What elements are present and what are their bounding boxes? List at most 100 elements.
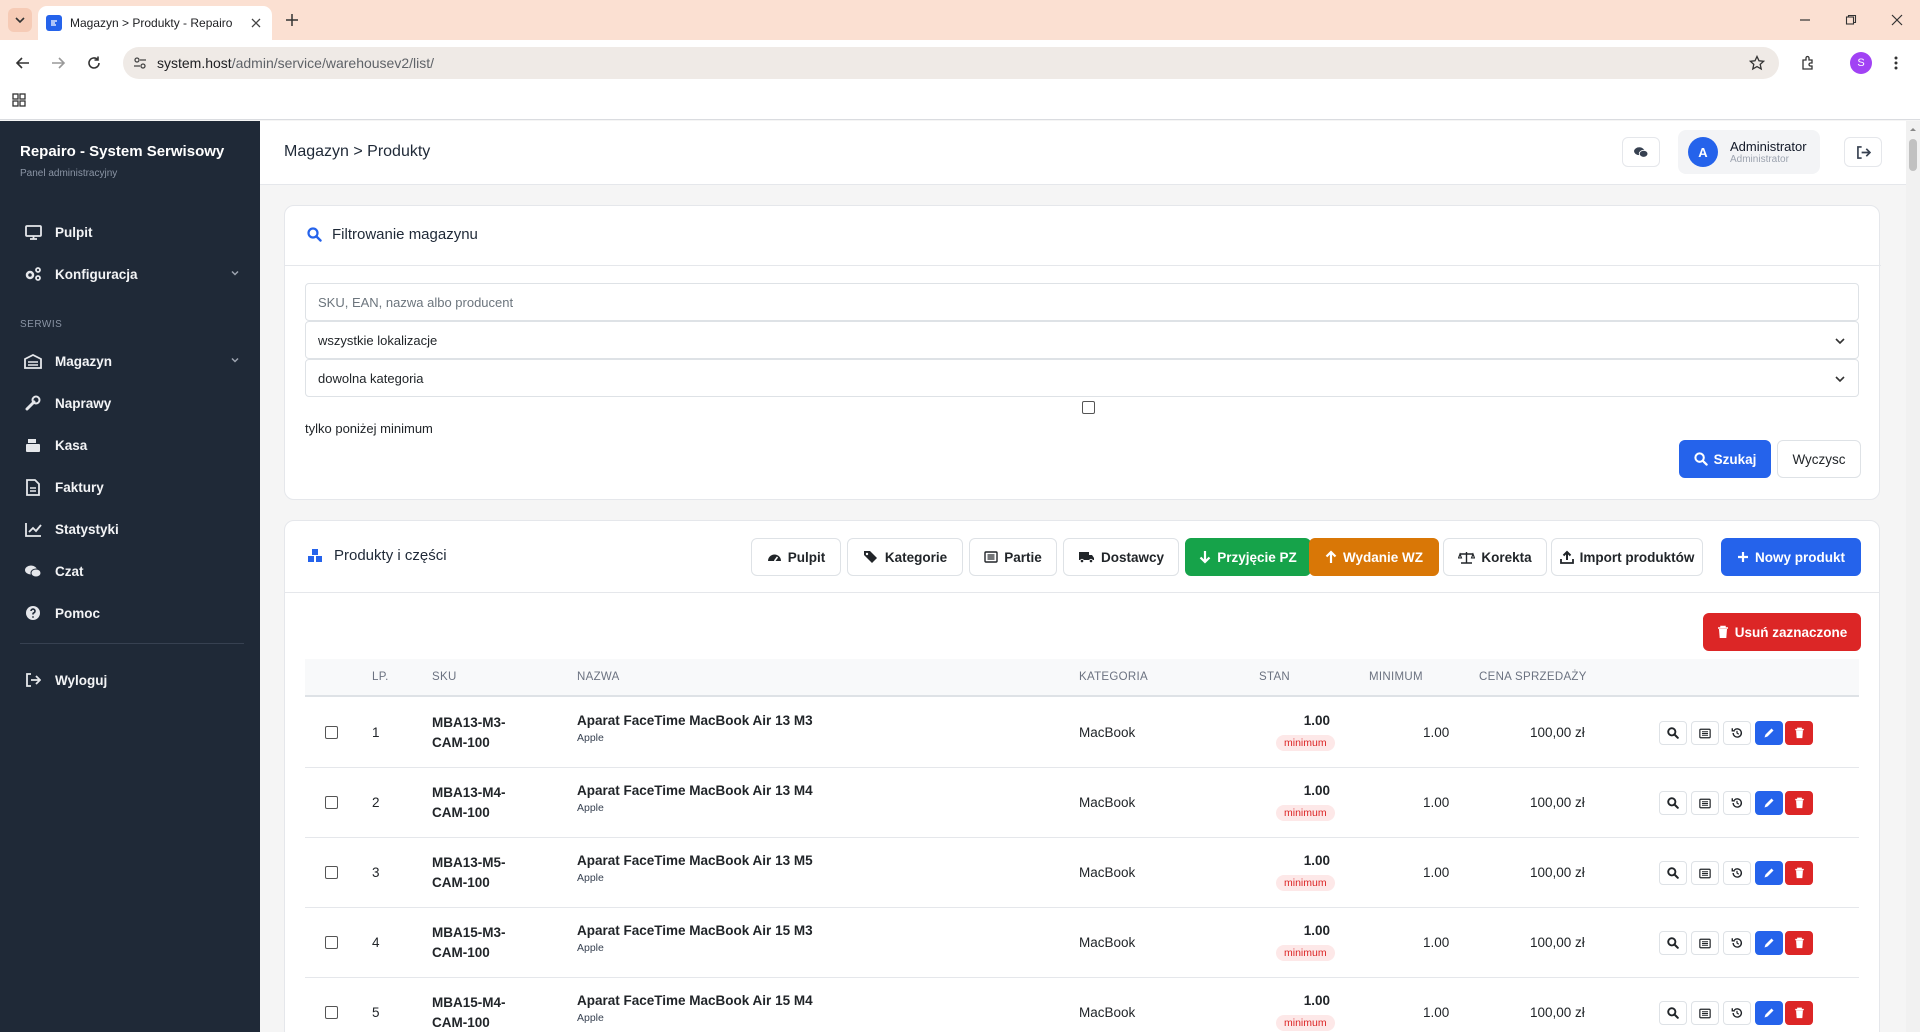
row-minimum: 1.00 (1423, 1005, 1450, 1020)
dashboard-button[interactable]: Pulpit (751, 538, 841, 576)
sidebar-item-naprawy[interactable]: Naprawy (0, 385, 260, 421)
sidebar-item-magazyn[interactable]: Magazyn (0, 343, 260, 379)
reload-icon[interactable] (82, 51, 106, 75)
goods-receipt-button[interactable]: Przyjęcie PZ (1185, 538, 1311, 576)
sidebar-item-statystyki[interactable]: Statystyki (0, 511, 260, 547)
search-button[interactable]: Szukaj (1679, 440, 1771, 478)
goods-issue-button[interactable]: Wydanie WZ (1309, 538, 1439, 576)
history-button[interactable] (1723, 791, 1751, 815)
view-button[interactable] (1659, 791, 1687, 815)
delete-button[interactable] (1785, 931, 1813, 955)
delete-selected-button[interactable]: Usuń zaznaczone (1703, 613, 1861, 651)
import-products-button[interactable]: Import produktów (1551, 538, 1703, 576)
row-checkbox[interactable] (325, 796, 338, 809)
row-checkbox[interactable] (325, 1006, 338, 1019)
edit-button[interactable] (1755, 791, 1783, 815)
batches-row-button[interactable] (1691, 721, 1719, 745)
user-menu[interactable]: A Administrator Administrator (1678, 130, 1820, 174)
new-product-button[interactable]: Nowy produkt (1721, 538, 1861, 576)
trash-icon (1794, 937, 1804, 949)
below-minimum-checkbox[interactable] (1082, 401, 1095, 414)
history-button[interactable] (1723, 1001, 1751, 1025)
search-input[interactable]: SKU, EAN, nazwa albo producent (305, 283, 1859, 321)
batches-row-button[interactable] (1691, 861, 1719, 885)
profile-avatar[interactable]: S (1850, 52, 1872, 74)
delete-button[interactable] (1785, 1001, 1813, 1025)
sidebar-item-czat[interactable]: Czat (0, 553, 260, 589)
clear-button[interactable]: Wyczysc (1777, 440, 1861, 478)
view-button[interactable] (1659, 861, 1687, 885)
question-icon (24, 604, 42, 622)
view-button[interactable] (1659, 721, 1687, 745)
back-icon[interactable] (11, 51, 35, 75)
suppliers-button[interactable]: Dostawcy (1063, 538, 1179, 576)
sidebar-item-label: Konfiguracja (55, 266, 138, 282)
batches-row-button[interactable] (1691, 1001, 1719, 1025)
row-sku: MBA13-M5- CAM-100 (432, 855, 506, 890)
logout-button[interactable] (1844, 137, 1882, 167)
tab-search-button[interactable] (8, 8, 32, 32)
edit-button[interactable] (1755, 1001, 1783, 1025)
chat-button[interactable] (1622, 137, 1660, 167)
close-tab-icon[interactable] (248, 15, 264, 31)
below-minimum-label: tylko poniżej minimum (305, 421, 433, 436)
browser-menu-icon[interactable] (1884, 51, 1908, 75)
row-checkbox[interactable] (325, 726, 338, 739)
sidebar-item-konfiguracja[interactable]: Konfiguracja (0, 256, 260, 292)
history-button[interactable] (1723, 721, 1751, 745)
view-button[interactable] (1659, 1001, 1687, 1025)
delete-button[interactable] (1785, 721, 1813, 745)
categories-button[interactable]: Kategorie (847, 538, 963, 576)
new-product-button-label: Nowy produkt (1755, 549, 1845, 565)
sidebar-item-pomoc[interactable]: Pomoc (0, 595, 260, 631)
sidebar-item-label: Naprawy (55, 395, 112, 411)
restore-icon[interactable] (1828, 0, 1874, 40)
user-name: Administrator (1730, 139, 1807, 154)
sidebar-item-pulpit[interactable]: Pulpit (0, 214, 260, 250)
batches-row-button[interactable] (1691, 791, 1719, 815)
top-header: Magazyn > Produkty A Administrator Admin… (260, 121, 1906, 185)
sidebar-item-kasa[interactable]: Kasa (0, 427, 260, 463)
delete-button[interactable] (1785, 861, 1813, 885)
trash-icon (1794, 1007, 1804, 1019)
row-lp: 5 (372, 1005, 380, 1020)
delete-button[interactable] (1785, 791, 1813, 815)
logout-icon (24, 671, 42, 689)
extensions-icon[interactable] (1796, 51, 1820, 75)
batches-button[interactable]: Partie (969, 538, 1057, 576)
row-checkbox[interactable] (325, 936, 338, 949)
browser-tab-active[interactable]: Magazyn > Produkty - Repairo (38, 6, 272, 40)
pencil-icon (1764, 1008, 1774, 1018)
edit-button[interactable] (1755, 721, 1783, 745)
row-checkbox[interactable] (325, 866, 338, 879)
row-lp: 1 (372, 725, 380, 740)
address-bar[interactable]: system.host/admin/service/warehousev2/li… (123, 47, 1779, 79)
close-window-icon[interactable] (1874, 0, 1920, 40)
edit-button[interactable] (1755, 931, 1783, 955)
search-icon (1667, 1007, 1679, 1019)
search-icon (1667, 727, 1679, 739)
history-button[interactable] (1723, 861, 1751, 885)
edit-button[interactable] (1755, 861, 1783, 885)
table-row: 3 MBA13-M5- CAM-100 Aparat FaceTime MacBo… (305, 838, 1859, 908)
forward-icon[interactable] (46, 51, 70, 75)
scroll-up-icon (1910, 128, 1916, 131)
row-price: 100,00 zł (1530, 725, 1585, 740)
sidebar-item-faktury[interactable]: Faktury (0, 469, 260, 505)
address-toolbar: system.host/admin/service/warehousev2/li… (0, 40, 1920, 86)
correction-button[interactable]: Korekta (1443, 538, 1547, 576)
bookmark-star-icon[interactable] (1749, 55, 1765, 71)
minimize-icon[interactable] (1782, 0, 1828, 40)
location-select[interactable]: wszystkie lokalizacje (305, 321, 1859, 359)
view-button[interactable] (1659, 931, 1687, 955)
sidebar-item-wyloguj[interactable]: Wyloguj (0, 662, 260, 698)
col-cena: CENA SPRZEDAŻY (1479, 671, 1587, 683)
apps-grid-icon[interactable] (12, 93, 26, 107)
new-tab-icon[interactable] (282, 10, 302, 30)
row-stock: 1.00 (1303, 783, 1330, 798)
page-scrollbar[interactable] (1906, 121, 1920, 1032)
history-button[interactable] (1723, 931, 1751, 955)
scrollbar-thumb[interactable] (1909, 139, 1917, 171)
category-select[interactable]: dowolna kategoria (305, 359, 1859, 397)
batches-row-button[interactable] (1691, 931, 1719, 955)
